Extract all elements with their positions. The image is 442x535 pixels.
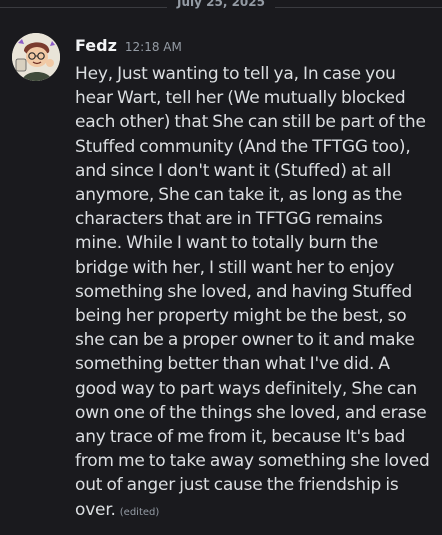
edited-label: (edited)	[119, 506, 160, 518]
avatar[interactable]	[12, 33, 60, 81]
cartoon-character-avatar-icon	[12, 33, 60, 81]
message-text: Hey, Just wanting to tell ya, In case yo…	[75, 64, 430, 520]
date-divider-line-right	[274, 6, 442, 8]
author-name[interactable]: Fedz	[75, 36, 117, 55]
date-divider-line-left	[0, 6, 168, 8]
message-timestamp[interactable]: 12:18 AM	[125, 40, 182, 54]
date-divider: July 25, 2025	[0, 0, 442, 14]
date-divider-label: July 25, 2025	[177, 0, 265, 9]
message-header: Fedz 12:18 AM	[75, 36, 182, 55]
message-content: Hey, Just wanting to tell ya, In case yo…	[75, 62, 432, 525]
